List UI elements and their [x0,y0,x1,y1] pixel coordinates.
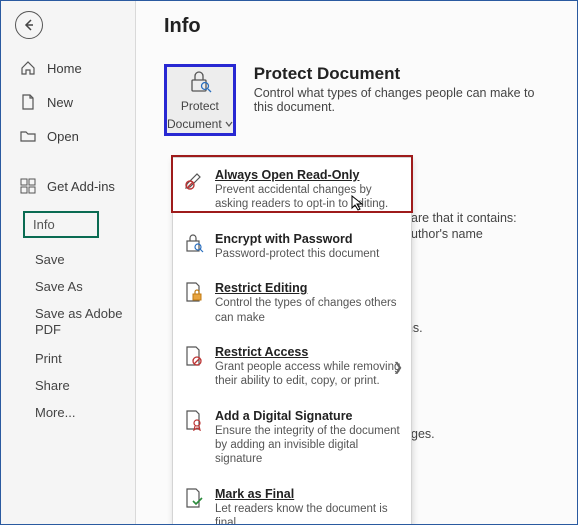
protect-button-line2: Document [167,117,222,131]
section-title: Protect Document [254,64,557,84]
new-doc-icon [19,93,37,111]
back-arrow-icon [21,17,37,33]
sidebar-item-saveas[interactable]: Save As [1,273,133,300]
sidebar-item-new[interactable]: New [1,85,133,119]
menu-item-readonly[interactable]: Always Open Read-Only Prevent accidental… [173,158,411,222]
sidebar-label: Get Add-ins [47,179,115,194]
protect-document-menu: Always Open Read-Only Prevent accidental… [172,157,412,525]
menu-title: Encrypt with Password [215,232,379,246]
addins-icon [19,177,37,195]
doc-no-icon [183,345,205,367]
chevron-down-icon [225,120,233,128]
chevron-right-icon: ❯ [393,360,403,374]
pencil-no-icon [183,168,205,190]
backstage-info-view: Home New Open Get Add-ins Info Save Save… [0,0,578,525]
protect-button-line1: Protect [181,99,219,113]
menu-title: Mark as Final [215,487,401,501]
menu-desc: Let readers know the document is final. [215,502,401,525]
menu-desc: Grant people access while removing their… [215,360,401,389]
menu-title: Always Open Read-Only [215,168,401,182]
menu-item-final[interactable]: Mark as Final Let readers know the docum… [173,477,411,525]
back-button[interactable] [15,11,43,39]
doc-check-icon [183,487,205,509]
doc-lock-icon [183,281,205,303]
menu-title: Restrict Editing [215,281,401,295]
obscured-text: uthor's name [411,227,483,241]
menu-desc: Control the types of changes others can … [215,296,401,325]
sidebar-item-share[interactable]: Share [1,372,133,399]
menu-item-encrypt[interactable]: Encrypt with Password Password-protect t… [173,222,411,271]
page-title: Info [164,15,557,38]
menu-title: Restrict Access [215,345,401,359]
menu-item-signature[interactable]: Add a Digital Signature Ensure the integ… [173,399,411,477]
section-desc: Control what types of changes people can… [254,86,557,114]
sidebar: Home New Open Get Add-ins Info Save Save… [1,51,133,426]
obscured-text: are that it contains: [411,211,517,225]
home-icon [19,59,37,77]
sidebar-label: Home [47,61,82,76]
menu-desc: Ensure the integrity of the document by … [215,424,401,467]
doc-ribbon-icon [183,409,205,431]
sidebar-label: New [47,95,73,110]
sidebar-label: Open [47,129,79,144]
sidebar-item-save[interactable]: Save [1,246,133,273]
obscured-text: ges. [411,427,435,441]
sidebar-item-print[interactable]: Print [1,345,133,372]
open-folder-icon [19,127,37,145]
sidebar-item-save-adobe[interactable]: Save as Adobe PDF [1,300,133,345]
sidebar-item-open[interactable]: Open [1,119,133,153]
menu-desc: Prevent accidental changes by asking rea… [215,183,401,212]
lock-search-icon [186,69,214,95]
menu-desc: Password-protect this document [215,247,379,261]
sidebar-item-more[interactable]: More... [1,399,133,426]
protect-document-button[interactable]: Protect Document [164,64,236,136]
sidebar-item-info[interactable]: Info [23,211,99,238]
lock-key-icon [183,232,205,254]
sidebar-label: Info [33,217,55,232]
menu-item-restrict-access[interactable]: Restrict Access Grant people access whil… [173,335,411,399]
menu-item-restrict-editing[interactable]: Restrict Editing Control the types of ch… [173,271,411,335]
menu-title: Add a Digital Signature [215,409,401,423]
sidebar-item-home[interactable]: Home [1,51,133,85]
sidebar-item-addins[interactable]: Get Add-ins [1,169,133,203]
